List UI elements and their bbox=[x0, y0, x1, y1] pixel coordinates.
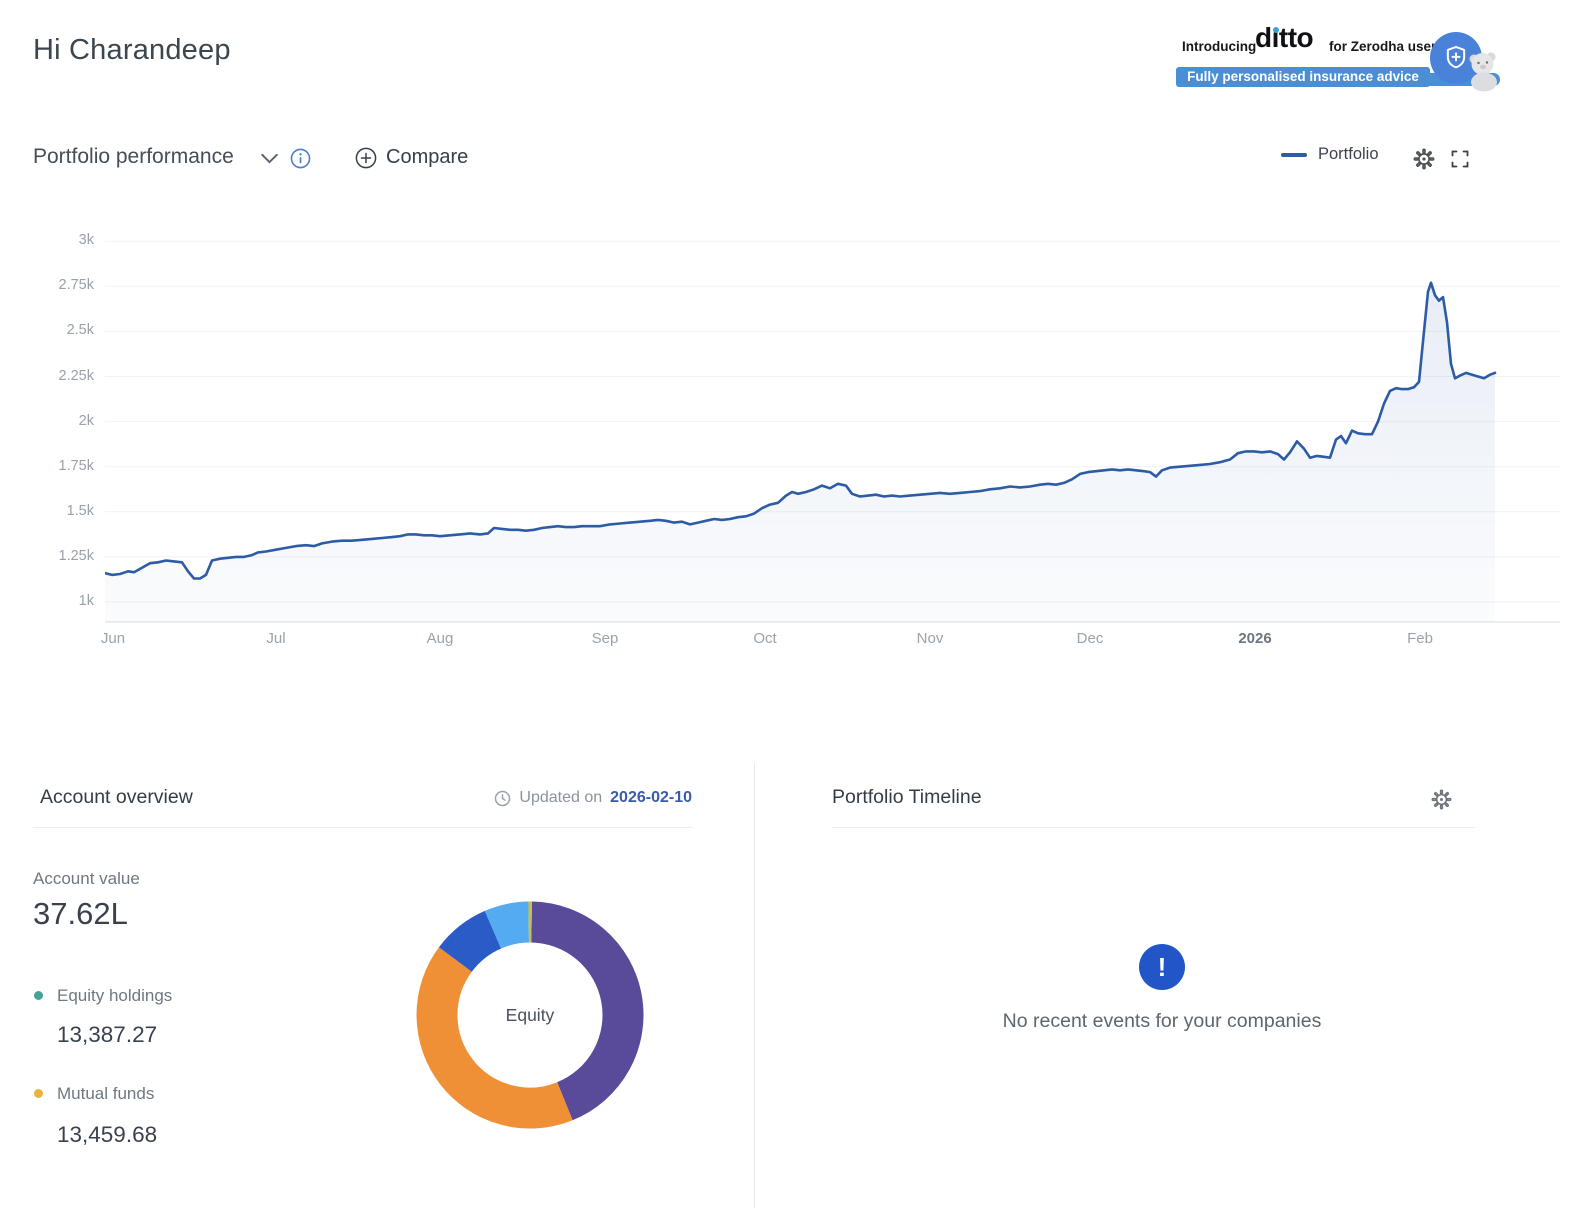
y-tick-2k: 2k bbox=[30, 413, 94, 429]
portfolio-performance-chart[interactable] bbox=[105, 230, 1560, 630]
x-tick-Sep: Sep bbox=[592, 630, 619, 647]
updated-prefix: Updated on bbox=[519, 789, 602, 807]
donut-center-label: Equity bbox=[412, 897, 648, 1133]
y-tick-2.25k: 2.25k bbox=[30, 368, 94, 384]
chart-settings-gear-icon[interactable] bbox=[1413, 148, 1435, 170]
x-tick-Nov: Nov bbox=[917, 630, 944, 647]
chevron-down-icon[interactable] bbox=[261, 153, 278, 164]
account-value-label: Account value bbox=[33, 869, 140, 889]
ditto-logo-dot bbox=[1273, 27, 1279, 33]
clock-icon bbox=[494, 790, 511, 807]
portfolio-timeline-title: Portfolio Timeline bbox=[832, 786, 982, 809]
y-tick-2.5k: 2.5k bbox=[30, 322, 94, 338]
equity-holdings-dot bbox=[34, 991, 43, 1000]
y-tick-2.75k: 2.75k bbox=[30, 277, 94, 293]
account-overview-divider bbox=[33, 827, 692, 828]
panel-divider bbox=[754, 763, 755, 1208]
x-tick-2026: 2026 bbox=[1238, 630, 1271, 647]
y-tick-1.75k: 1.75k bbox=[30, 458, 94, 474]
x-tick-Aug: Aug bbox=[427, 630, 454, 647]
x-tick-Feb: Feb bbox=[1407, 630, 1433, 647]
legend-label: Portfolio bbox=[1318, 145, 1379, 164]
page-title: Hi Charandeep bbox=[33, 34, 231, 67]
alert-glyph: ! bbox=[1158, 952, 1167, 983]
timeline-divider bbox=[832, 827, 1475, 828]
x-tick-Jul: Jul bbox=[266, 630, 285, 647]
fullscreen-icon[interactable] bbox=[1451, 150, 1469, 168]
y-tick-3k: 3k bbox=[30, 232, 94, 248]
y-tick-1.25k: 1.25k bbox=[30, 548, 94, 564]
mutual-funds-value: 13,459.68 bbox=[57, 1122, 157, 1148]
mascot-teddy bbox=[1464, 50, 1504, 97]
banner-tagline: Fully personalised insurance advice bbox=[1176, 67, 1430, 87]
y-tick-1.5k: 1.5k bbox=[30, 503, 94, 519]
x-tick-Oct: Oct bbox=[753, 630, 776, 647]
alert-circle-icon: ! bbox=[1139, 944, 1185, 990]
equity-holdings-value: 13,387.27 bbox=[57, 1022, 157, 1048]
ditto-logo: dıtto bbox=[1255, 22, 1313, 54]
legend-line-swatch bbox=[1281, 153, 1307, 157]
dashboard-page: Hi Charandeep Introducing dıtto for Zero… bbox=[0, 0, 1596, 1208]
legend-item-portfolio[interactable]: Portfolio bbox=[1281, 145, 1379, 164]
banner-intro-text: Introducing bbox=[1182, 39, 1256, 54]
updated-date-link[interactable]: 2026-02-10 bbox=[610, 789, 692, 807]
timeline-empty-message: No recent events for your companies bbox=[832, 1010, 1492, 1033]
x-tick-Jun: Jun bbox=[101, 630, 125, 647]
timeline-settings-gear-icon[interactable] bbox=[1431, 789, 1452, 810]
mutual-funds-dot bbox=[34, 1089, 43, 1098]
allocation-donut-chart[interactable]: Equity bbox=[412, 897, 648, 1133]
y-tick-1k: 1k bbox=[30, 593, 94, 609]
mutual-funds-label: Mutual funds bbox=[57, 1084, 154, 1104]
ditto-promo-banner[interactable]: Introducing dıtto for Zerodha users Full… bbox=[1158, 28, 1498, 92]
equity-holdings-label: Equity holdings bbox=[57, 986, 172, 1006]
account-value: 37.62L bbox=[33, 896, 128, 932]
banner-suffix-text: for Zerodha users bbox=[1329, 39, 1444, 54]
chart-title: Portfolio performance bbox=[33, 145, 234, 169]
account-overview-title: Account overview bbox=[40, 786, 193, 809]
x-tick-Dec: Dec bbox=[1077, 630, 1104, 647]
updated-on: Updated on 2026-02-10 bbox=[494, 789, 692, 807]
compare-label: Compare bbox=[386, 146, 468, 169]
compare-button[interactable]: Compare bbox=[355, 146, 468, 169]
circle-plus-icon bbox=[355, 147, 377, 169]
info-icon[interactable] bbox=[290, 148, 311, 169]
